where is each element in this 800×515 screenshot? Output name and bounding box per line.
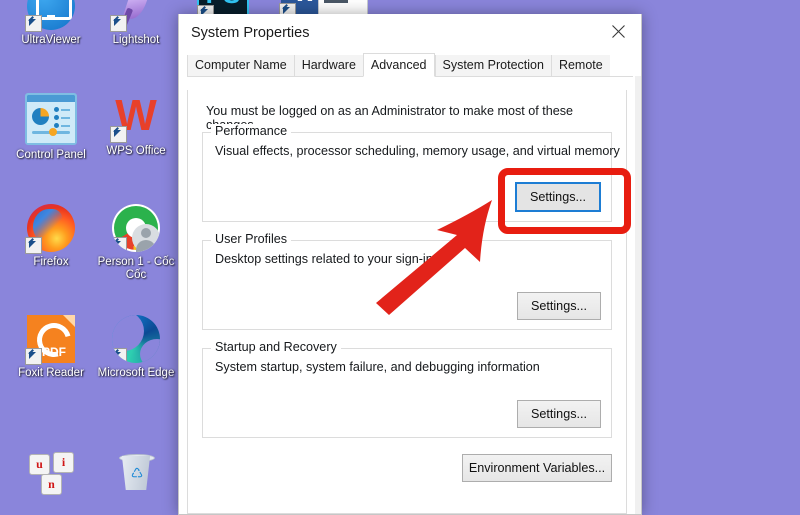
unikey-icon: uin (27, 448, 75, 496)
firefox-icon (25, 204, 75, 254)
desktop-icon-firefox[interactable]: Firefox (8, 204, 94, 269)
performance-settings-button[interactable]: Settings... (515, 182, 601, 212)
startup-recovery-group-legend: Startup and Recovery (211, 340, 341, 354)
desktop-icon-ultraviewer[interactable]: UltraViewer (8, 0, 94, 47)
shortcut-overlay-icon (110, 15, 127, 32)
dialog-title: System Properties (191, 25, 310, 41)
desktop-icon-unikey[interactable]: uin (8, 448, 94, 496)
close-icon (611, 24, 625, 38)
tab-advanced[interactable]: Advanced (362, 53, 435, 77)
desktop-icon-label: Lightshot (112, 34, 160, 46)
user-profiles-settings-button[interactable]: Settings... (517, 292, 601, 320)
desktop-icon-microsoft-edge[interactable]: Microsoft Edge (93, 315, 179, 380)
microsoft-edge-icon (112, 315, 160, 363)
shortcut-overlay-icon (25, 15, 42, 32)
ultraviewer-icon (25, 0, 75, 32)
startup-recovery-group: Startup and Recovery System startup, sys… (202, 340, 612, 438)
tab-strip: Computer Name Hardware Advanced System P… (187, 53, 633, 77)
shortcut-overlay-icon (112, 237, 127, 252)
startup-recovery-settings-button[interactable]: Settings... (517, 400, 601, 428)
desktop-icon-coccoc[interactable]: Person 1 - Cốc Cốc (93, 204, 179, 282)
performance-group: Performance Visual effects, processor sc… (202, 124, 620, 222)
desktop-icon-label: Control Panel (16, 149, 86, 161)
shortcut-overlay-icon (112, 348, 127, 363)
dialog-scrollbar[interactable] (635, 76, 641, 514)
user-profiles-group: User Profiles Desktop settings related t… (202, 232, 612, 330)
desktop-icon-recycle-bin[interactable]: ♺ (93, 448, 179, 496)
desktop-icon-label: Foxit Reader (18, 367, 84, 379)
lightshot-icon (110, 0, 160, 32)
shortcut-overlay-icon (25, 348, 42, 365)
desktop-icon-label: UltraViewer (21, 34, 81, 46)
user-profiles-description: Desktop settings related to your sign-in (215, 252, 433, 266)
control-panel-icon (25, 93, 77, 145)
dialog-titlebar[interactable]: System Properties (179, 14, 641, 54)
performance-description: Visual effects, processor scheduling, me… (215, 144, 620, 158)
tab-remote[interactable]: Remote (550, 55, 610, 76)
close-button[interactable] (595, 14, 641, 48)
desktop-icon-label: Firefox (33, 256, 69, 268)
desktop-icon-wps-office[interactable]: W WPS Office (93, 93, 179, 158)
desktop-icon-foxit-reader[interactable]: PDF Foxit Reader (8, 315, 94, 380)
desktop-icon-label: Person 1 - Cốc Cốc (97, 256, 175, 281)
performance-group-legend: Performance (211, 124, 292, 138)
environment-variables-button[interactable]: Environment Variables... (462, 454, 612, 482)
shortcut-overlay-icon (25, 237, 42, 254)
desktop-icon-lightshot[interactable]: Lightshot (93, 0, 179, 47)
startup-recovery-description: System startup, system failure, and debu… (215, 360, 540, 374)
coccoc-browser-icon (112, 204, 160, 252)
shortcut-overlay-icon (110, 126, 127, 143)
foxit-reader-icon: PDF (25, 315, 78, 365)
tab-system-protection[interactable]: System Protection (434, 55, 551, 76)
system-properties-dialog: System Properties Computer Name Hardware… (178, 14, 642, 515)
recycle-bin-icon: ♺ (112, 448, 160, 496)
wps-office-icon: W (110, 93, 160, 143)
desktop-icon-label: WPS Office (106, 145, 166, 157)
tab-hardware[interactable]: Hardware (293, 55, 363, 76)
desktop-icon-control-panel[interactable]: Control Panel (8, 93, 94, 162)
tab-computer-name[interactable]: Computer Name (187, 55, 294, 76)
user-profiles-group-legend: User Profiles (211, 232, 292, 246)
advanced-tab-panel: You must be logged on as an Administrato… (187, 90, 627, 514)
